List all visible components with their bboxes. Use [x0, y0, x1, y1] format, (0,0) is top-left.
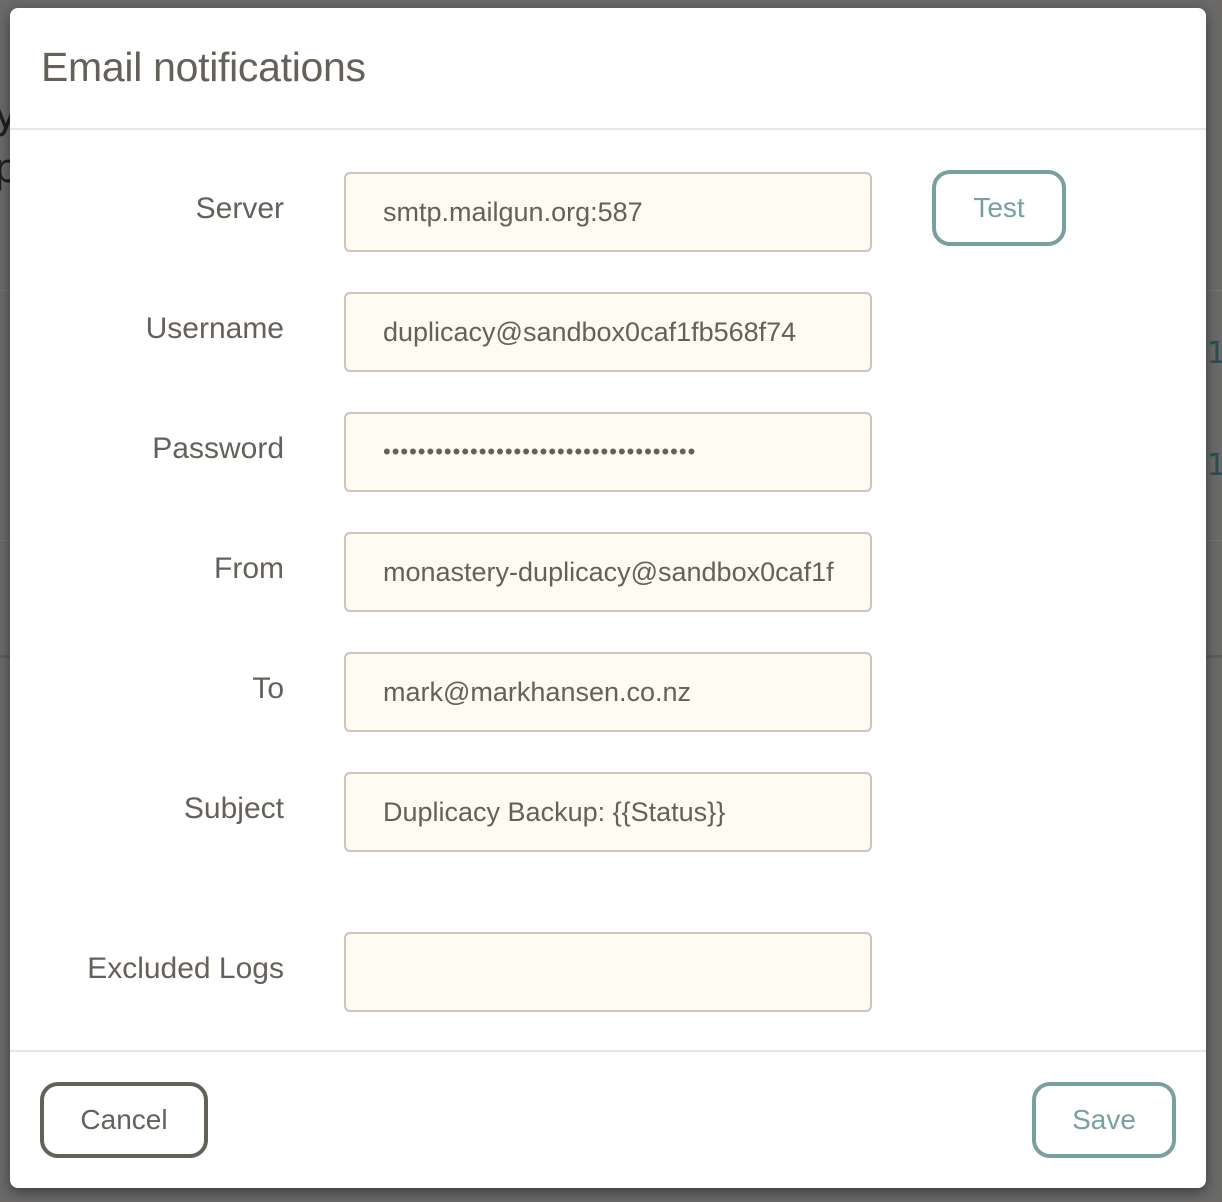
cancel-button[interactable]: Cancel — [40, 1082, 208, 1158]
password-row: Password — [10, 412, 1206, 492]
username-input[interactable] — [344, 292, 872, 372]
subject-input[interactable] — [344, 772, 872, 852]
server-label: Server — [195, 192, 284, 225]
to-input[interactable] — [344, 652, 872, 732]
username-label: Username — [145, 312, 284, 345]
test-button[interactable]: Test — [932, 170, 1066, 246]
excluded-logs-row: Excluded Logs — [10, 932, 1206, 1012]
password-label: Password — [152, 432, 284, 465]
dialog-body: Server Username Password From To Subject… — [10, 130, 1206, 1052]
excluded-logs-input[interactable] — [344, 932, 872, 1012]
username-row: Username — [10, 292, 1206, 372]
from-input[interactable] — [344, 532, 872, 612]
to-label: To — [252, 672, 284, 705]
dialog-header: Email notifications — [10, 8, 1206, 130]
password-input[interactable] — [344, 412, 872, 492]
from-label: From — [214, 552, 284, 585]
to-row: To — [10, 652, 1206, 732]
dialog-title: Email notifications — [41, 44, 366, 90]
subject-row: Subject — [10, 772, 1206, 852]
background-text: 1 — [1206, 336, 1222, 371]
server-input[interactable] — [344, 172, 872, 252]
email-notifications-dialog: Email notifications Server Username Pass… — [10, 8, 1206, 1188]
excluded-logs-label: Excluded Logs — [87, 952, 284, 985]
from-row: From — [10, 532, 1206, 612]
background-text: 1 — [1206, 448, 1222, 483]
save-button[interactable]: Save — [1032, 1082, 1176, 1158]
subject-label: Subject — [183, 792, 284, 825]
